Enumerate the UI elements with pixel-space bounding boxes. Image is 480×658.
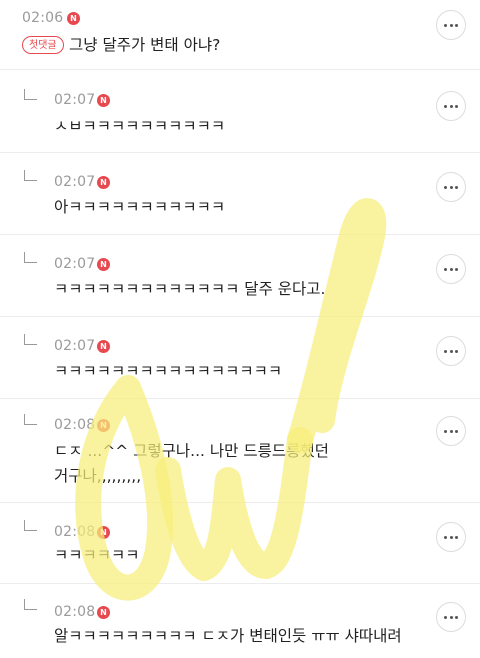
more-options-button[interactable] [436, 10, 466, 40]
first-comment-tag: 첫댓글 [22, 36, 64, 54]
reply-arrow-icon [24, 334, 37, 345]
comment-text: 아ㅋㅋㅋㅋㅋㅋㅋㅋㅋㅋㅋ [54, 198, 226, 216]
reply-item: 02:07 N ㅅㅂㅋㅋㅋㅋㅋㅋㅋㅋㅋㅋ [0, 71, 480, 153]
reply-item: 02:08 N 알ㅋㅋㅋㅋㅋㅋㅋㅋㅋ ㄷㅈ가 변태인듯 ㅠㅠ 샤따내려 [0, 585, 480, 658]
more-options-button[interactable] [436, 254, 466, 284]
new-badge: N [97, 526, 110, 539]
reply-item: 02:07 N ㅋㅋㅋㅋㅋㅋㅋㅋㅋㅋㅋㅋㅋㅋㅋㅋ [0, 318, 480, 399]
more-horizontal-icon [444, 104, 458, 108]
new-badge: N [97, 94, 110, 107]
new-badge: N [97, 176, 110, 189]
comment-text: ㅋㅋㅋㅋㅋㅋㅋㅋㅋㅋㅋㅋㅋ 달주 운다고. [54, 280, 326, 298]
comment-time: 02:08 [54, 524, 96, 540]
comment-time: 02:08 [54, 604, 96, 620]
more-options-button[interactable] [436, 522, 466, 552]
more-options-button[interactable] [436, 172, 466, 202]
more-horizontal-icon [444, 349, 458, 353]
comment-time: 02:06 [22, 10, 64, 26]
more-horizontal-icon [444, 535, 458, 539]
more-options-button[interactable] [436, 336, 466, 366]
comment-item: 02:06 N 첫댓글 그냥 달주가 변태 아냐? [0, 0, 480, 70]
reply-item: 02:08 N ㄷㅈ ...^^ 그렇구나... 나만 드릉드릉했던 거구나,,… [0, 400, 480, 503]
more-options-button[interactable] [436, 602, 466, 632]
reply-item: 02:07 N ㅋㅋㅋㅋㅋㅋㅋㅋㅋㅋㅋㅋㅋ 달주 운다고. [0, 236, 480, 317]
new-badge: N [97, 606, 110, 619]
reply-item: 02:08 N ㅋㅋㅋㅋㅋㅋ [0, 504, 480, 584]
comment-time: 02:08 [54, 417, 96, 433]
reply-arrow-icon [24, 414, 37, 425]
new-badge: N [67, 12, 80, 25]
reply-arrow-icon [24, 170, 37, 181]
new-badge: N [97, 419, 110, 432]
comment-text-line2: 거구나,,,,,,,,, [54, 467, 142, 485]
reply-arrow-icon [24, 599, 37, 610]
more-horizontal-icon [444, 429, 458, 433]
more-horizontal-icon [444, 185, 458, 189]
reply-arrow-icon [24, 520, 37, 531]
comment-thread: 02:06 N 첫댓글 그냥 달주가 변태 아냐? 02:07 N ㅅㅂㅋㅋㅋㅋ… [0, 0, 480, 658]
comment-time: 02:07 [54, 256, 96, 272]
comment-text: 알ㅋㅋㅋㅋㅋㅋㅋㅋㅋ ㄷㅈ가 변태인듯 ㅠㅠ 샤따내려 [54, 627, 402, 645]
comment-time: 02:07 [54, 338, 96, 354]
reply-arrow-icon [24, 89, 37, 100]
new-badge: N [97, 340, 110, 353]
more-options-button[interactable] [436, 91, 466, 121]
comment-time: 02:07 [54, 92, 96, 108]
reply-item: 02:07 N 아ㅋㅋㅋㅋㅋㅋㅋㅋㅋㅋㅋ [0, 154, 480, 235]
reply-arrow-icon [24, 252, 37, 263]
more-horizontal-icon [444, 267, 458, 271]
comment-text: ㅋㅋㅋㅋㅋㅋ [54, 546, 140, 564]
comment-text: ㄷㅈ ...^^ 그렇구나... 나만 드릉드릉했던 [54, 442, 329, 460]
comment-text: ㅋㅋㅋㅋㅋㅋㅋㅋㅋㅋㅋㅋㅋㅋㅋㅋ [54, 362, 283, 380]
comment-text: ㅅㅂㅋㅋㅋㅋㅋㅋㅋㅋㅋㅋ [54, 117, 226, 135]
more-horizontal-icon [444, 615, 458, 619]
comment-text: 그냥 달주가 변태 아냐? [69, 36, 221, 54]
more-options-button[interactable] [436, 416, 466, 446]
more-horizontal-icon [444, 23, 458, 27]
comment-time: 02:07 [54, 174, 96, 190]
new-badge: N [97, 258, 110, 271]
